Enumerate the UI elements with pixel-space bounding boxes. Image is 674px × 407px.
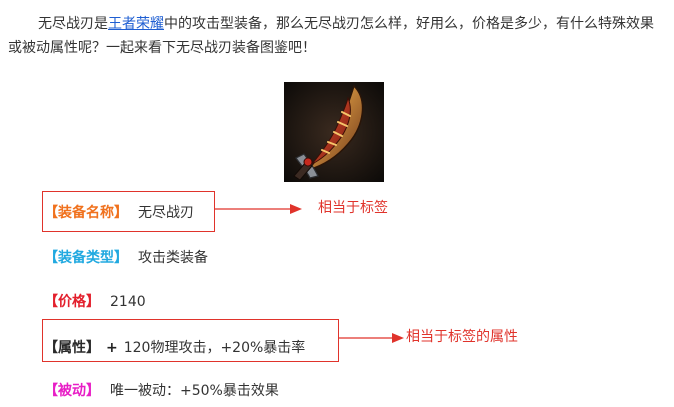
attribute-highlight-box xyxy=(42,319,339,362)
equipment-type-row: 【装备类型】 攻击类装备 xyxy=(44,248,208,268)
label-arrow xyxy=(214,204,302,214)
equipment-type-label: 【装备类型】 xyxy=(44,250,128,266)
intro-paragraph: 无尽战刃是王者荣耀中的攻击型装备，那么无尽战刃怎么样，好用么，价格是多少，有什么… xyxy=(8,12,664,60)
price-row: 【价格】 2140 xyxy=(44,292,146,312)
attribute-annotation: 相当于标签的属性 xyxy=(406,329,518,345)
infinity-blade-sword-icon xyxy=(284,82,384,182)
passive-label: 【被动】 xyxy=(44,383,100,399)
price-label: 【价格】 xyxy=(44,294,100,310)
price-value: 2140 xyxy=(110,294,146,310)
passive-value: 唯一被动：+50%暴击效果 xyxy=(110,383,279,399)
passive-row: 【被动】 唯一被动：+50%暴击效果 xyxy=(44,381,279,401)
label-highlight-box xyxy=(42,191,215,232)
intro-text-start: 无尽战刃是 xyxy=(38,16,108,32)
game-link[interactable]: 王者荣耀 xyxy=(108,16,164,32)
attribute-arrow xyxy=(338,333,404,343)
equipment-type-value: 攻击类装备 xyxy=(138,250,208,266)
label-annotation: 相当于标签 xyxy=(318,200,388,216)
